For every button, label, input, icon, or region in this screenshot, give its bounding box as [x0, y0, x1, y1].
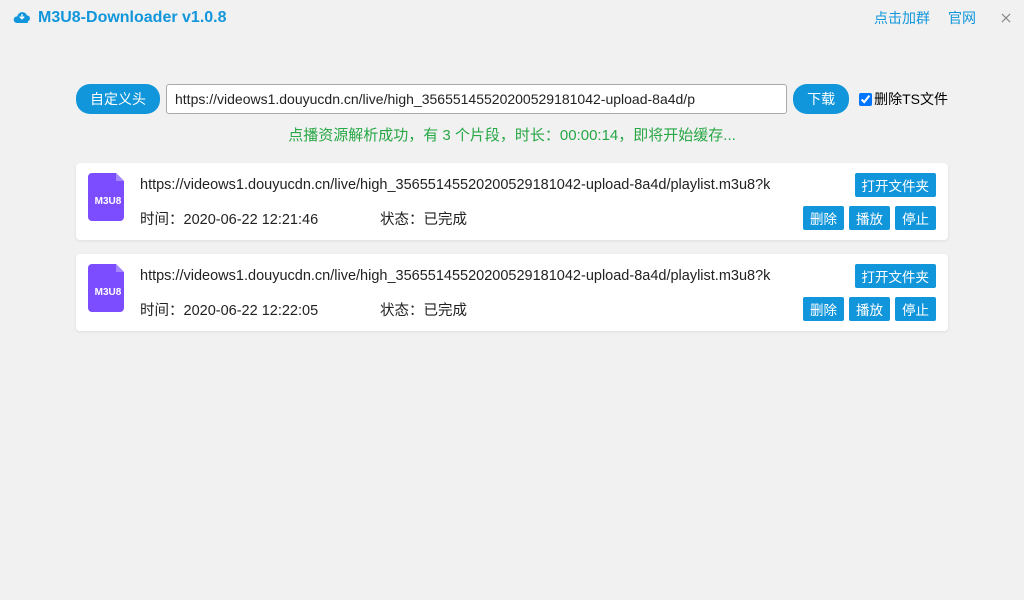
task-time: 时间：2020-06-22 12:22:05	[140, 299, 380, 320]
svg-text:M3U8: M3U8	[95, 287, 122, 298]
open-folder-button[interactable]: 打开文件夹	[855, 264, 937, 288]
custom-header-button[interactable]: 自定义头	[76, 84, 160, 114]
task-status: 状态：已完成	[380, 208, 803, 229]
stop-button[interactable]: 停止	[895, 206, 936, 230]
app-title: M3U8-Downloader v1.0.8	[38, 9, 874, 27]
svg-text:M3U8: M3U8	[95, 196, 122, 207]
delete-ts-label: 删除TS文件	[874, 89, 948, 109]
task-row: M3U8 https://videows1.douyucdn.cn/live/h…	[76, 254, 948, 331]
delete-ts-input[interactable]	[859, 93, 872, 106]
delete-button[interactable]: 删除	[803, 297, 844, 321]
toolbar: 自定义头 下载 删除TS文件	[76, 84, 948, 114]
task-row: M3U8 https://videows1.douyucdn.cn/live/h…	[76, 163, 948, 240]
task-time: 时间：2020-06-22 12:21:46	[140, 208, 380, 229]
close-icon[interactable]	[994, 6, 1018, 30]
task-url: https://videows1.douyucdn.cn/live/high_3…	[140, 177, 845, 193]
stop-button[interactable]: 停止	[895, 297, 936, 321]
official-site-link[interactable]: 官网	[948, 8, 976, 28]
task-body: https://videows1.douyucdn.cn/live/high_3…	[140, 173, 936, 230]
download-button[interactable]: 下载	[793, 84, 849, 114]
url-input[interactable]	[166, 84, 787, 114]
m3u8-file-icon: M3U8	[88, 264, 128, 312]
task-url: https://videows1.douyucdn.cn/live/high_3…	[140, 268, 845, 284]
titlebar: M3U8-Downloader v1.0.8 点击加群 官网	[0, 0, 1024, 36]
task-body: https://videows1.douyucdn.cn/live/high_3…	[140, 264, 936, 321]
join-group-link[interactable]: 点击加群	[874, 8, 930, 28]
delete-button[interactable]: 删除	[803, 206, 844, 230]
cloud-download-icon	[12, 8, 32, 28]
open-folder-button[interactable]: 打开文件夹	[855, 173, 937, 197]
play-button[interactable]: 播放	[849, 206, 890, 230]
status-message: 点播资源解析成功，有 3 个片段，时长：00:00:14，即将开始缓存...	[0, 124, 1024, 145]
delete-ts-checkbox[interactable]: 删除TS文件	[859, 89, 948, 109]
m3u8-file-icon: M3U8	[88, 173, 128, 221]
task-status: 状态：已完成	[380, 299, 803, 320]
task-list: M3U8 https://videows1.douyucdn.cn/live/h…	[76, 163, 948, 331]
play-button[interactable]: 播放	[849, 297, 890, 321]
